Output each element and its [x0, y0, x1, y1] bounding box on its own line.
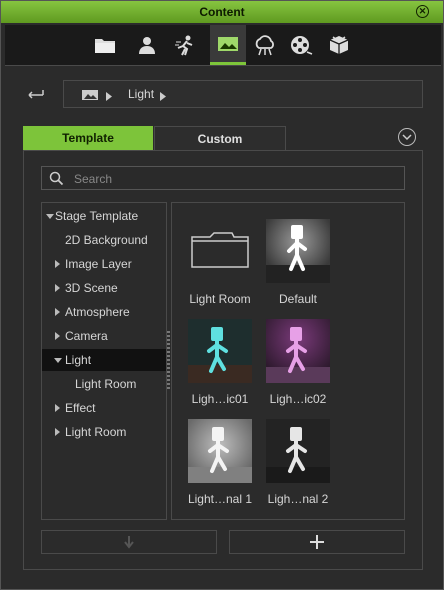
- grid-item-label: Ligh…nal 2: [267, 492, 329, 506]
- grid-item-nal-1[interactable]: [188, 419, 252, 483]
- tree-item-effect[interactable]: Effect: [42, 397, 166, 419]
- grid-item-label: Default: [278, 292, 318, 306]
- tree-item-light-room[interactable]: Light Room: [42, 373, 166, 395]
- grid-item-ic02[interactable]: [266, 319, 330, 383]
- add-button[interactable]: [229, 530, 405, 554]
- sky-tab[interactable]: [247, 25, 283, 65]
- props-tab[interactable]: [321, 25, 357, 65]
- motion-icon: [175, 35, 193, 56]
- tree-item-light[interactable]: Light: [42, 349, 166, 371]
- tree-item-2d-background[interactable]: 2D Background: [42, 229, 166, 251]
- stage-tab[interactable]: [210, 25, 246, 65]
- expand-icon[interactable]: [46, 214, 54, 219]
- grid-item-light-room[interactable]: [188, 219, 252, 283]
- expand-icon[interactable]: [54, 358, 62, 363]
- figure-thumbnail-icon: [188, 427, 252, 483]
- expand-icon[interactable]: [55, 260, 60, 268]
- grid-item-nal-2[interactable]: [266, 419, 330, 483]
- down-arrow-icon: [124, 536, 134, 549]
- tab-custom[interactable]: Custom: [154, 126, 286, 150]
- expand-icon[interactable]: [55, 308, 60, 316]
- folder-icon: [95, 39, 115, 53]
- breadcrumb-item[interactable]: Light: [128, 87, 154, 101]
- grid-item-label: Ligh…ic02: [269, 392, 327, 406]
- chevron-down-icon[interactable]: [398, 128, 416, 146]
- grid-item-ic01[interactable]: [188, 319, 252, 383]
- package-icon: [329, 36, 349, 54]
- window-title: Content: [199, 5, 245, 19]
- content-toolbar: [5, 25, 441, 65]
- grid-item-label: Light…nal 1: [187, 492, 253, 506]
- stage-icon: [218, 36, 238, 51]
- figure-thumbnail-icon: [266, 327, 330, 383]
- plus-icon: [310, 535, 324, 549]
- figure-thumbnail-icon: [266, 225, 330, 283]
- search-box: [41, 166, 405, 190]
- person-icon: [139, 37, 155, 54]
- tree-item-3d-scene[interactable]: 3D Scene: [42, 277, 166, 299]
- tree-item-atmosphere[interactable]: Atmosphere: [42, 301, 166, 323]
- sky-icon: [255, 35, 274, 56]
- media-tab[interactable]: [283, 25, 319, 65]
- grid-item-default[interactable]: [266, 219, 330, 283]
- panel-splitter[interactable]: [167, 331, 170, 391]
- tree-item-camera[interactable]: Camera: [42, 325, 166, 347]
- actor-tab[interactable]: [129, 25, 165, 65]
- chevron-right-icon: [106, 92, 112, 101]
- expand-icon[interactable]: [55, 332, 60, 340]
- folder-tab[interactable]: [87, 25, 123, 65]
- expand-icon[interactable]: [55, 284, 60, 292]
- title-bar: Content ✕: [1, 1, 443, 23]
- expand-icon[interactable]: [55, 404, 60, 412]
- grid-item-label: Ligh…ic01: [191, 392, 249, 406]
- breadcrumb: Light: [63, 80, 423, 108]
- expand-icon[interactable]: [55, 428, 60, 436]
- tree-item-light-room-root[interactable]: Light Room: [42, 421, 166, 443]
- folder-icon: [191, 232, 249, 268]
- tree-item-image-layer[interactable]: Image Layer: [42, 253, 166, 275]
- figure-thumbnail-icon: [188, 327, 252, 383]
- apply-button[interactable]: [41, 530, 217, 554]
- chevron-right-icon: [160, 92, 166, 101]
- search-icon: [49, 171, 64, 186]
- animation-tab[interactable]: [167, 25, 203, 65]
- category-tree: Stage Template 2D Background Image Layer…: [41, 202, 167, 520]
- tab-template[interactable]: Template: [23, 126, 153, 150]
- grid-item-label: Light Room: [189, 292, 251, 306]
- content-panel: Content ✕ Light Template Custom Search S…: [0, 0, 444, 590]
- content-grid: Light Room Default Ligh…ic01 Ligh…ic02 L…: [171, 202, 405, 520]
- film-reel-icon: [291, 36, 313, 55]
- stage-breadcrumb-icon[interactable]: [82, 90, 100, 100]
- back-arrow-icon[interactable]: [23, 85, 47, 105]
- close-icon[interactable]: ✕: [416, 5, 429, 18]
- search-input[interactable]: [72, 169, 396, 189]
- tree-item-stage-template[interactable]: Stage Template: [42, 205, 166, 227]
- figure-thumbnail-icon: [266, 427, 330, 483]
